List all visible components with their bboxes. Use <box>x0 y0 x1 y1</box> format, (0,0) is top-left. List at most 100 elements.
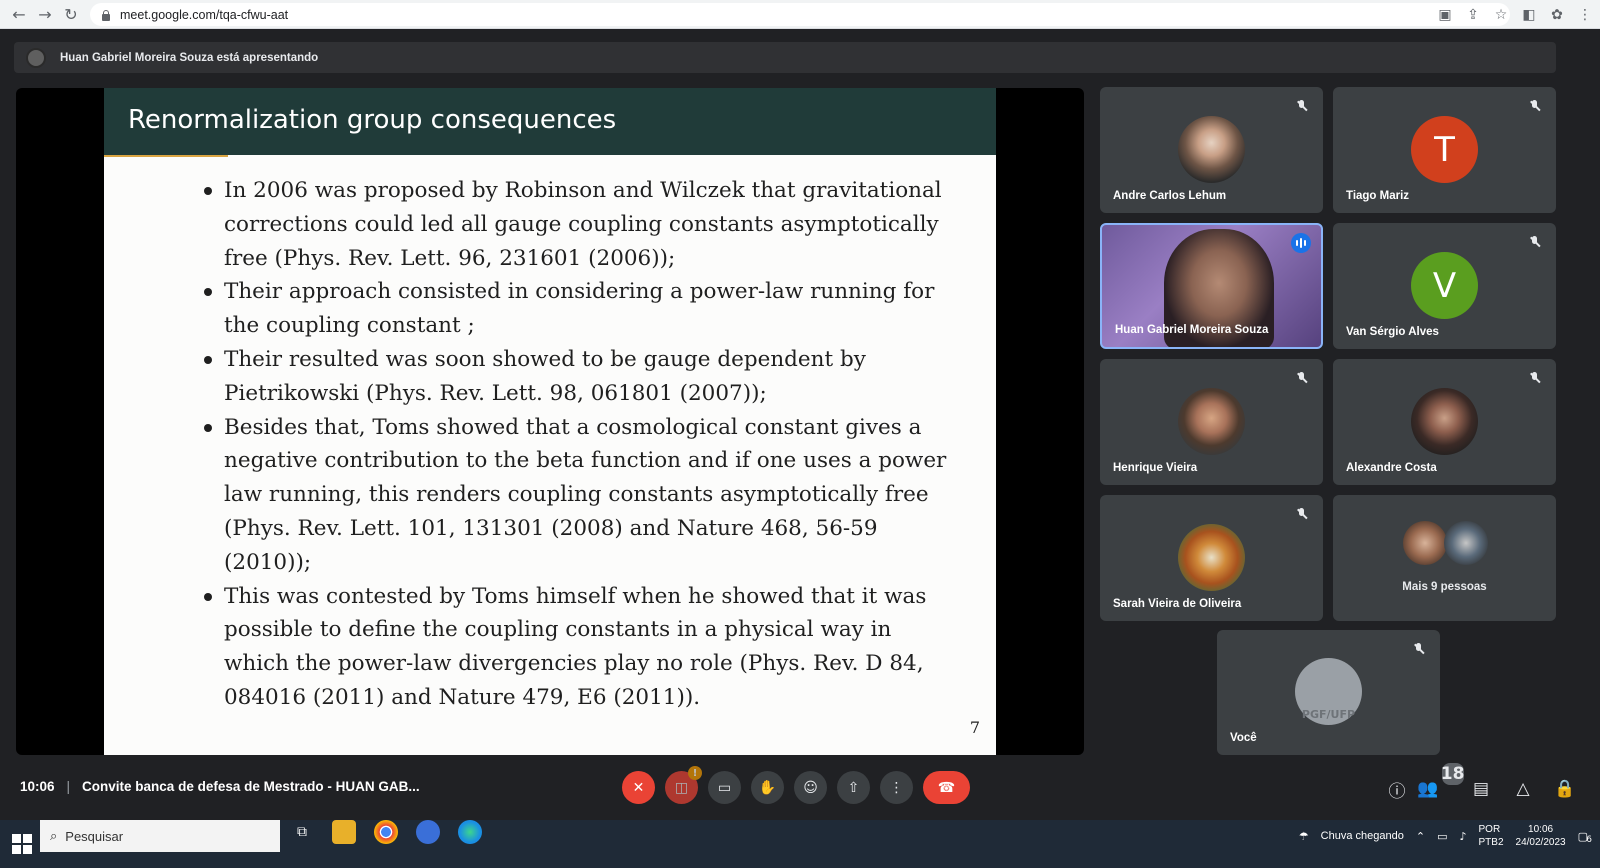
self-tile[interactable]: PGF/UFP Você <box>1217 630 1440 755</box>
volume-icon[interactable]: ♪ <box>1459 830 1466 843</box>
present-screen-icon: ⇧ <box>847 779 860 796</box>
more-participants-tile[interactable]: Mais 9 pessoas <box>1333 495 1556 621</box>
profile-icon[interactable]: ✿ <box>1548 6 1566 24</box>
raise-hand-button[interactable]: ✋ <box>751 771 784 804</box>
reactions-button[interactable]: ☺ <box>794 771 827 804</box>
more-vert-icon: ⋮ <box>889 779 904 796</box>
mic-muted-icon <box>1295 507 1309 521</box>
people-count-badge: 18 <box>1440 763 1465 785</box>
notification-center-icon[interactable]: ▢ 6 <box>1578 830 1592 845</box>
participant-tile[interactable]: Andre Carlos Lehum <box>1100 87 1323 213</box>
back-icon[interactable]: ← <box>6 1 32 27</box>
search-icon: ⌕ <box>50 828 58 844</box>
slide-title: Renormalization group consequences <box>104 88 996 155</box>
presenter-avatar <box>26 47 46 68</box>
slide-bullet: Their approach consisted in considering … <box>200 275 960 343</box>
lang-top: POR <box>1478 824 1501 835</box>
avatar: T <box>1411 116 1478 183</box>
activities-icon[interactable]: △ <box>1512 778 1534 800</box>
mic-muted-icon <box>1528 371 1542 385</box>
mic-muted-icon <box>1295 371 1309 385</box>
mic-muted-icon <box>1295 99 1309 113</box>
side-panel-icon[interactable]: ◧ <box>1520 6 1538 24</box>
participant-tile[interactable]: Sarah Vieira de Oliveira <box>1100 495 1323 621</box>
weather-icon[interactable]: ☂ <box>1299 830 1309 843</box>
side-panel-controls: ⓘ 👥 18 ▤ △ 🔒 <box>1386 763 1576 802</box>
mic-off-icon: ✕ <box>632 779 645 796</box>
chrome-icon[interactable] <box>374 820 398 844</box>
file-explorer-icon[interactable] <box>332 820 356 844</box>
avatar <box>1178 116 1245 183</box>
separator: | <box>66 779 71 794</box>
more-options-button[interactable]: ⋮ <box>880 771 913 804</box>
camera-warning-badge: ! <box>688 766 702 780</box>
search-placeholder: Pesquisar <box>65 828 124 844</box>
participant-tile[interactable]: Alexandre Costa <box>1333 359 1556 485</box>
avatar <box>1178 388 1245 455</box>
clock-time: 10:06 <box>1528 824 1554 835</box>
network-icon[interactable]: ▭ <box>1437 830 1447 843</box>
captions-button[interactable]: ▭ <box>708 771 741 804</box>
slide-bullet: Their resulted was soon showed to be gau… <box>200 343 960 411</box>
mic-toggle-button[interactable]: ✕ <box>622 771 655 804</box>
language-indicator[interactable]: POR PTB2 <box>1479 823 1504 849</box>
slide-page-number: 7 <box>969 718 980 737</box>
presenting-text: Huan Gabriel Moreira Souza está apresent… <box>60 51 319 64</box>
clock[interactable]: 10:06 24/02/2023 <box>1516 823 1566 849</box>
leave-call-button[interactable]: ☎ <box>923 771 970 804</box>
os-taskbar: ⌕ Pesquisar ⧉ ☂ Chuva chegando ⌃ ▭ ♪ POR… <box>0 820 1600 868</box>
presentation-stage: Renormalization group consequences In 20… <box>16 88 1084 755</box>
meeting-controls-bar: 10:06 | Convite banca de defesa de Mestr… <box>0 760 1600 820</box>
chat-icon[interactable]: ▤ <box>1470 778 1492 800</box>
participant-name: Huan Gabriel Moreira Souza <box>1115 324 1269 336</box>
taskbar-apps: ⧉ <box>290 820 482 844</box>
reload-icon[interactable]: ↻ <box>58 1 84 27</box>
mic-muted-icon <box>1528 99 1542 113</box>
participant-name: Tiago Mariz <box>1346 190 1410 202</box>
menu-icon[interactable]: ⋮ <box>1576 6 1594 24</box>
app-icon[interactable] <box>416 820 440 844</box>
bookmark-star-icon[interactable]: ☆ <box>1492 6 1510 24</box>
meeting-info: 10:06 | Convite banca de defesa de Mestr… <box>20 779 420 794</box>
forward-icon[interactable]: → <box>32 1 58 27</box>
speaking-indicator-icon <box>1291 233 1311 253</box>
emoji-icon: ☺ <box>803 779 818 796</box>
windows-start-icon[interactable] <box>12 834 32 854</box>
slide-bullet: This was contested by Toms himself when … <box>200 580 960 715</box>
avatar <box>1178 524 1245 591</box>
participant-tile[interactable]: T Tiago Mariz <box>1333 87 1556 213</box>
participant-name: Sarah Vieira de Oliveira <box>1113 598 1242 610</box>
taskbar-search[interactable]: ⌕ Pesquisar <box>40 820 280 852</box>
participant-name: Você <box>1230 732 1257 744</box>
camera-blocked-icon[interactable]: ▣ <box>1436 6 1454 24</box>
camera-toggle-button[interactable]: ◫ ! <box>665 766 702 804</box>
avatar <box>1403 521 1447 565</box>
share-icon[interactable]: ⇪ <box>1464 6 1482 24</box>
meeting-details-icon[interactable]: ⓘ <box>1386 778 1408 802</box>
present-button[interactable]: ⇧ <box>837 771 870 804</box>
hand-icon: ✋ <box>758 779 777 796</box>
slide-bullets: In 2006 was proposed by Robinson and Wil… <box>200 174 960 715</box>
system-tray: ☂ Chuva chegando ⌃ ▭ ♪ POR PTB2 10:06 24… <box>1299 820 1592 852</box>
participant-tile-active-speaker[interactable]: Huan Gabriel Moreira Souza <box>1100 223 1323 349</box>
slide-bullet: In 2006 was proposed by Robinson and Wil… <box>200 174 960 275</box>
presenting-banner: Huan Gabriel Moreira Souza está apresent… <box>14 42 1556 73</box>
participant-tile[interactable]: V Van Sérgio Alves <box>1333 223 1556 349</box>
meeting-title: Convite banca de defesa de Mestrado - HU… <box>82 779 420 794</box>
people-icon[interactable]: 👥 18 <box>1417 763 1464 800</box>
clock-date: 24/02/2023 <box>1515 837 1566 848</box>
browser-extensions: ▣ ⇪ ☆ ◧ ✿ ⋮ <box>1436 2 1594 27</box>
host-controls-icon[interactable]: 🔒 <box>1554 778 1576 800</box>
lock-icon[interactable] <box>100 9 112 21</box>
participant-tile[interactable]: Henrique Vieira <box>1100 359 1323 485</box>
mic-muted-icon <box>1528 235 1542 249</box>
edge-icon[interactable] <box>458 820 482 844</box>
participant-name: Andre Carlos Lehum <box>1113 190 1227 202</box>
participant-name: Henrique Vieira <box>1113 462 1198 474</box>
tray-overflow-icon[interactable]: ⌃ <box>1416 830 1425 843</box>
meeting-time: 10:06 <box>20 779 55 794</box>
address-bar[interactable]: meet.google.com/tqa-cfwu-aat <box>90 3 1510 26</box>
weather-text[interactable]: Chuva chegando <box>1321 830 1404 842</box>
task-view-icon[interactable]: ⧉ <box>290 820 314 844</box>
hang-up-icon: ☎ <box>937 779 956 796</box>
